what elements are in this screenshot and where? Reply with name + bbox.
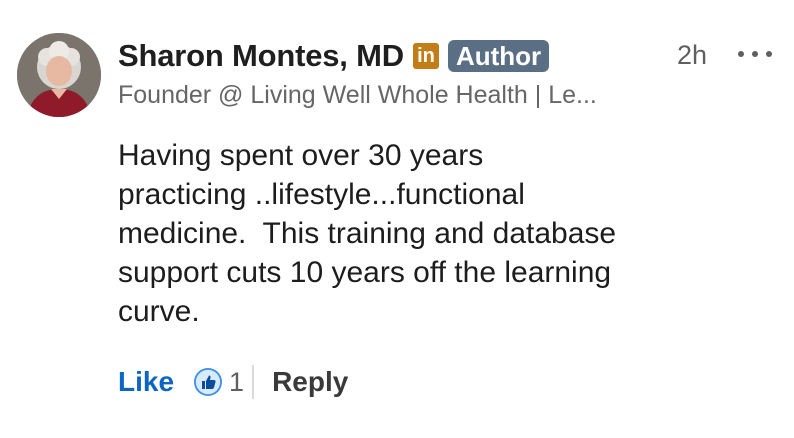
avatar[interactable] <box>17 33 101 117</box>
comment-body-line: practicing ..lifestyle...functional <box>118 178 525 211</box>
comment-body-line: Having spent over 30 years <box>118 139 484 172</box>
more-dot <box>766 51 772 57</box>
actions-divider <box>252 365 255 399</box>
author-name[interactable]: Sharon Montes, MD <box>118 38 404 74</box>
more-options-icon[interactable] <box>738 38 772 70</box>
reply-button[interactable]: Reply <box>272 366 348 398</box>
reaction-count[interactable]: 1 <box>229 367 244 398</box>
like-button[interactable]: Like <box>118 366 174 398</box>
linkedin-icon: in <box>412 43 439 69</box>
more-dot <box>738 51 744 57</box>
timestamp: 2h <box>677 40 708 70</box>
author-headline: Founder @ Living Well Whole Health | Le.… <box>118 81 597 109</box>
comment-header: Sharon Montes, MD in Author <box>118 36 550 76</box>
like-reaction-icon[interactable] <box>193 367 223 397</box>
comment-body: Having spent over 30 years practicing ..… <box>118 136 738 331</box>
author-badge: Author <box>447 40 550 72</box>
comment-body-line: medicine. This training and database <box>118 217 617 250</box>
comment-body-line: curve. <box>118 295 200 328</box>
comment-body-line: support cuts 10 years off the learning <box>118 256 612 289</box>
comment-actions: Like 1 Reply <box>118 362 348 402</box>
more-dot <box>752 51 758 57</box>
comment-card: Sharon Montes, MD in Author 2h Founder @… <box>0 0 794 438</box>
avatar-photo <box>17 33 101 117</box>
